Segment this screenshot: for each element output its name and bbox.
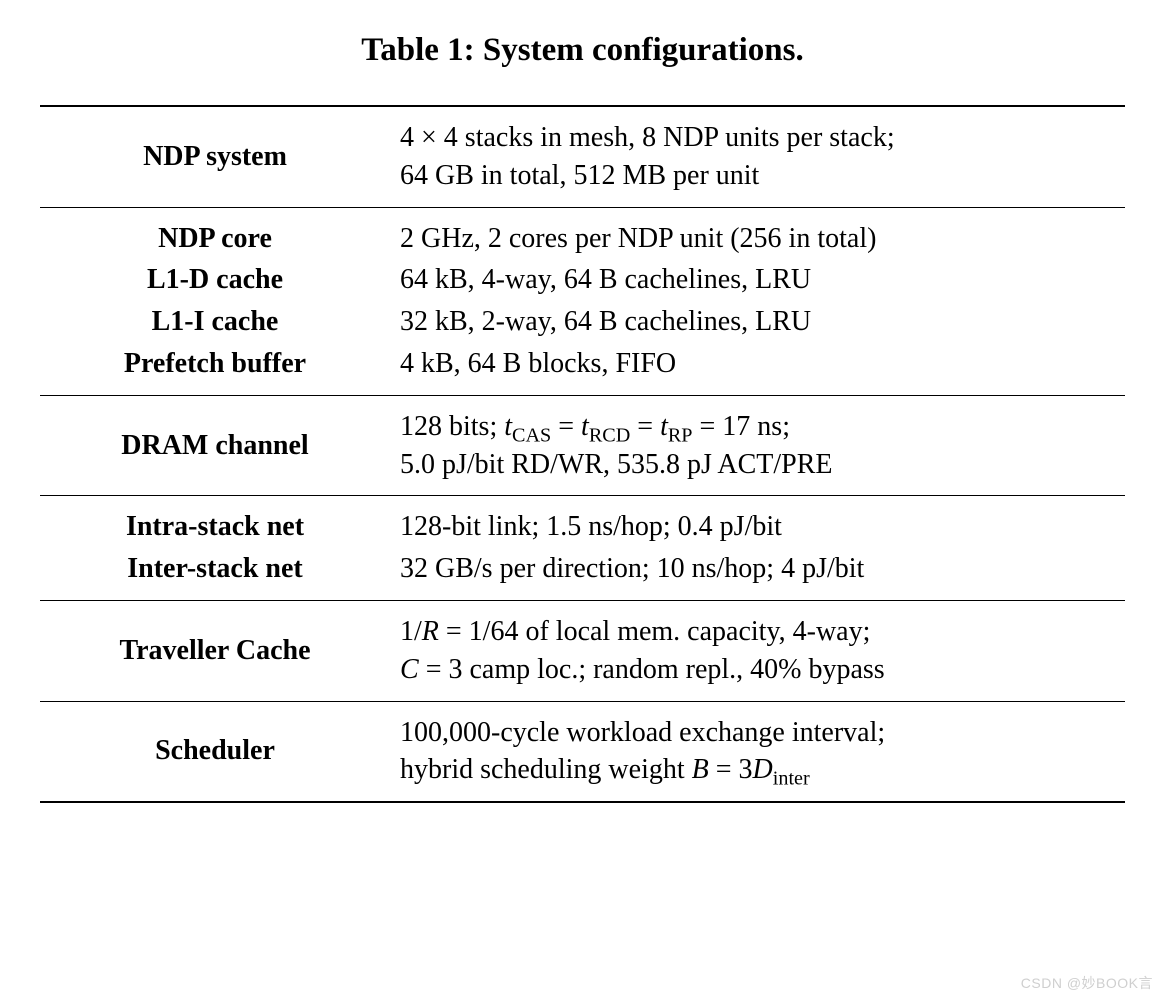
row-label-dram: DRAM channel [40,395,390,496]
row-label-ndp-system: NDP system [40,106,390,207]
table-row: L1-D cache 64 kB, 4-way, 64 B cachelines… [40,259,1125,301]
table-row: NDP core 2 GHz, 2 cores per NDP unit (25… [40,207,1125,259]
row-label-scheduler: Scheduler [40,701,390,802]
row-label-inter: Inter-stack net [40,548,390,600]
table-row: Intra-stack net 128-bit link; 1.5 ns/hop… [40,496,1125,548]
table-row: NDP system 4 × 4 stacks in mesh, 8 NDP u… [40,106,1125,207]
table-caption: Table 1: System configurations. [40,32,1125,69]
row-value-dram: 128 bits; tCAS = tRCD = tRP = 17 ns;5.0 … [390,395,1125,496]
row-value-l1i: 32 kB, 2-way, 64 B cachelines, LRU [390,301,1125,343]
row-value-l1d: 64 kB, 4-way, 64 B cachelines, LRU [390,259,1125,301]
row-value-scheduler: 100,000-cycle workload exchange interval… [390,701,1125,802]
table-row: Scheduler 100,000-cycle workload exchang… [40,701,1125,802]
watermark-text: CSDN @妙BOOK言 [1021,973,1153,993]
table-row: Inter-stack net 32 GB/s per direction; 1… [40,548,1125,600]
row-label-traveller: Traveller Cache [40,600,390,701]
row-label-intra: Intra-stack net [40,496,390,548]
row-label-l1i: L1-I cache [40,301,390,343]
row-value-intra: 128-bit link; 1.5 ns/hop; 0.4 pJ/bit [390,496,1125,548]
row-value-prefetch: 4 kB, 64 B blocks, FIFO [390,343,1125,395]
system-config-table: NDP system 4 × 4 stacks in mesh, 8 NDP u… [40,105,1125,803]
row-value-inter: 32 GB/s per direction; 10 ns/hop; 4 pJ/b… [390,548,1125,600]
table-row: DRAM channel 128 bits; tCAS = tRCD = tRP… [40,395,1125,496]
row-value-ndp-core: 2 GHz, 2 cores per NDP unit (256 in tota… [390,207,1125,259]
row-label-ndp-core: NDP core [40,207,390,259]
row-value-ndp-system: 4 × 4 stacks in mesh, 8 NDP units per st… [390,106,1125,207]
table-row: Traveller Cache 1/R = 1/64 of local mem.… [40,600,1125,701]
row-value-traveller: 1/R = 1/64 of local mem. capacity, 4-way… [390,600,1125,701]
row-label-l1d: L1-D cache [40,259,390,301]
row-label-prefetch: Prefetch buffer [40,343,390,395]
table-row: Prefetch buffer 4 kB, 64 B blocks, FIFO [40,343,1125,395]
table-row: L1-I cache 32 kB, 2-way, 64 B cachelines… [40,301,1125,343]
